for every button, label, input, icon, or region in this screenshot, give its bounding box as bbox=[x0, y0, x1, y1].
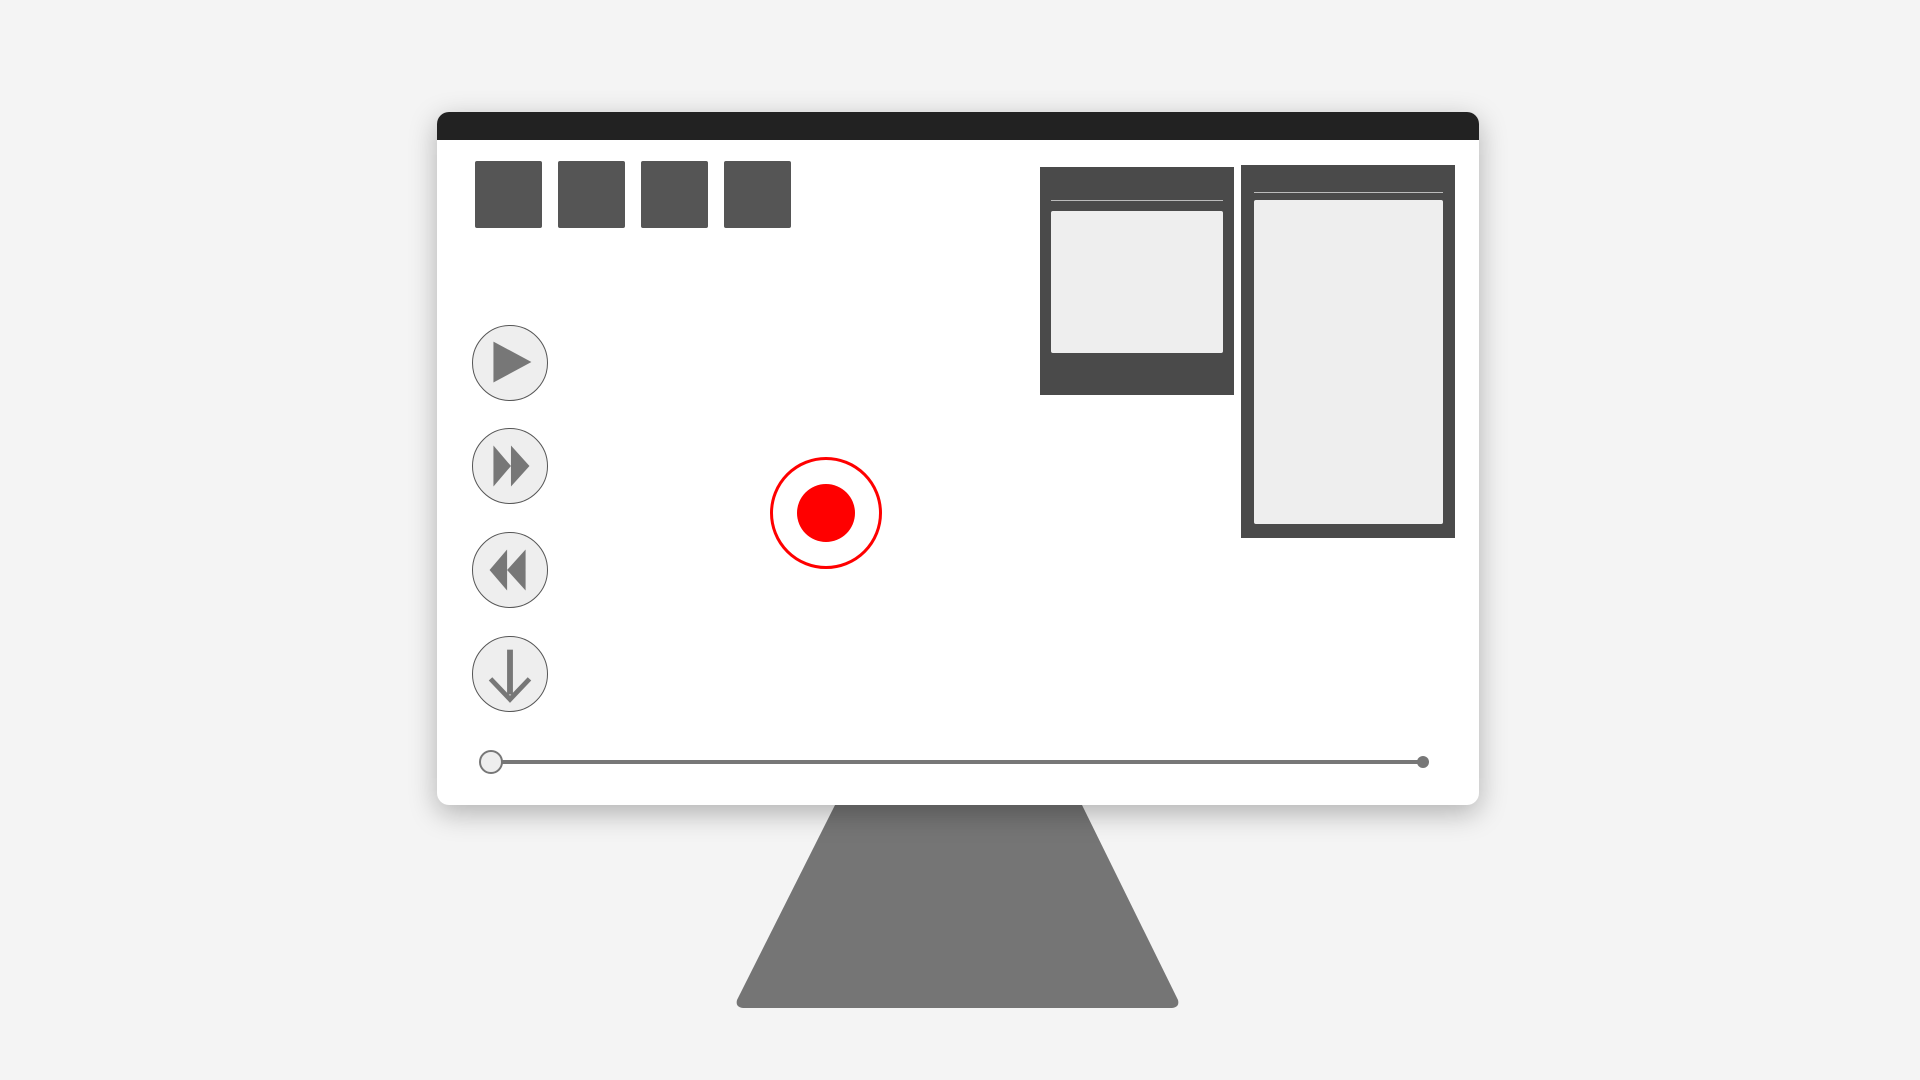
window-titlebar bbox=[437, 112, 1479, 140]
toolbar-button-2[interactable] bbox=[558, 161, 625, 228]
record-button[interactable] bbox=[770, 457, 882, 569]
panel-divider bbox=[1254, 192, 1443, 193]
progress-slider-thumb[interactable] bbox=[479, 750, 503, 774]
fast-forward-icon bbox=[493, 445, 530, 487]
toolbar-button-3[interactable] bbox=[641, 161, 708, 228]
rewind-button[interactable] bbox=[472, 532, 548, 608]
panel-divider bbox=[1051, 200, 1223, 201]
toolbar-button-1[interactable] bbox=[475, 161, 542, 228]
panel-content-area bbox=[1254, 200, 1443, 524]
monitor-screen bbox=[437, 112, 1479, 805]
progress-track-end bbox=[1417, 756, 1429, 768]
progress-track[interactable] bbox=[493, 760, 1423, 764]
toolbar-button-4[interactable] bbox=[724, 161, 791, 228]
scene bbox=[0, 0, 1920, 1080]
preview-panel-large bbox=[1241, 165, 1455, 538]
download-icon bbox=[488, 649, 532, 703]
play-icon bbox=[493, 341, 532, 383]
play-button[interactable] bbox=[472, 325, 548, 401]
fast-forward-button[interactable] bbox=[472, 428, 548, 504]
record-icon bbox=[797, 484, 855, 542]
rewind-icon bbox=[489, 549, 526, 591]
download-button[interactable] bbox=[472, 636, 548, 712]
panel-content-area bbox=[1051, 211, 1223, 353]
preview-panel-small bbox=[1040, 167, 1234, 395]
